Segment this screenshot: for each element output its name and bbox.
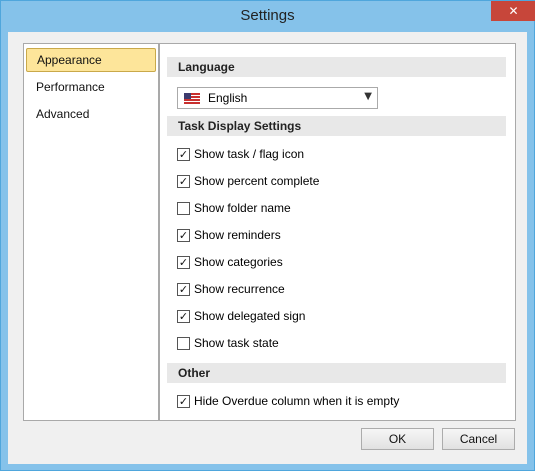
sidebar-item-label: Performance <box>36 80 105 94</box>
option-show-categories[interactable]: ✓ Show categories <box>177 255 497 271</box>
settings-panel: Language English ▼ Task Display Settings… <box>159 43 516 421</box>
checkbox-label: Show folder name <box>194 201 291 215</box>
option-show-task-state[interactable]: Show task state <box>177 336 497 352</box>
sidebar-item-performance[interactable]: Performance <box>26 75 156 99</box>
checkbox[interactable]: ✓ <box>177 229 190 242</box>
checkbox-label: Show recurrence <box>194 282 285 296</box>
language-section-header: Language <box>167 57 506 77</box>
checkbox-label: Show task state <box>194 336 279 350</box>
close-icon: ✕ <box>508 4 519 18</box>
checkbox-label: Hide Overdue column when it is empty <box>194 394 400 408</box>
checkbox-label: Show reminders <box>194 228 281 242</box>
option-show-reminders[interactable]: ✓ Show reminders <box>177 228 497 244</box>
settings-window: Settings ✕ Appearance Performance Advanc… <box>0 0 535 471</box>
other-section-header: Other <box>167 363 506 383</box>
checkbox[interactable]: ✓ <box>177 310 190 323</box>
option-show-task-flag-icon[interactable]: ✓ Show task / flag icon <box>177 147 497 163</box>
ok-button[interactable]: OK <box>361 428 434 450</box>
checkbox[interactable]: ✓ <box>177 256 190 269</box>
checkbox-label: Show percent complete <box>194 174 320 188</box>
checkbox-label: Show categories <box>194 255 283 269</box>
dialog-body: Appearance Performance Advanced Language… <box>8 32 527 464</box>
language-dropdown[interactable]: English ▼ <box>177 87 378 109</box>
option-show-percent-complete[interactable]: ✓ Show percent complete <box>177 174 497 190</box>
checkbox[interactable] <box>177 337 190 350</box>
checkbox[interactable]: ✓ <box>177 175 190 188</box>
option-hide-overdue-column[interactable]: ✓ Hide Overdue column when it is empty <box>177 394 497 410</box>
option-show-delegated-sign[interactable]: ✓ Show delegated sign <box>177 309 497 325</box>
option-show-recurrence[interactable]: ✓ Show recurrence <box>177 282 497 298</box>
sidebar-item-advanced[interactable]: Advanced <box>26 102 156 126</box>
checkbox-label: Show delegated sign <box>194 309 306 323</box>
window-title: Settings <box>240 7 295 24</box>
task-display-section-header: Task Display Settings <box>167 116 506 136</box>
close-button[interactable]: ✕ <box>491 1 535 21</box>
checkbox[interactable]: ✓ <box>177 148 190 161</box>
checkbox[interactable]: ✓ <box>177 395 190 408</box>
sidebar-item-label: Advanced <box>36 107 90 121</box>
chevron-down-icon: ▼ <box>364 91 372 102</box>
option-show-folder-name[interactable]: Show folder name <box>177 201 497 217</box>
title-bar[interactable]: Settings ✕ <box>1 1 535 33</box>
checkbox-label: Show task / flag icon <box>194 147 305 161</box>
cancel-button[interactable]: Cancel <box>442 428 515 450</box>
sidebar-item-appearance[interactable]: Appearance <box>26 48 156 72</box>
us-flag-icon <box>184 93 200 104</box>
checkbox[interactable] <box>177 202 190 215</box>
language-selected-value: English <box>208 91 248 105</box>
checkbox[interactable]: ✓ <box>177 283 190 296</box>
sidebar-item-label: Appearance <box>37 53 102 67</box>
settings-sidebar: Appearance Performance Advanced <box>23 43 159 421</box>
